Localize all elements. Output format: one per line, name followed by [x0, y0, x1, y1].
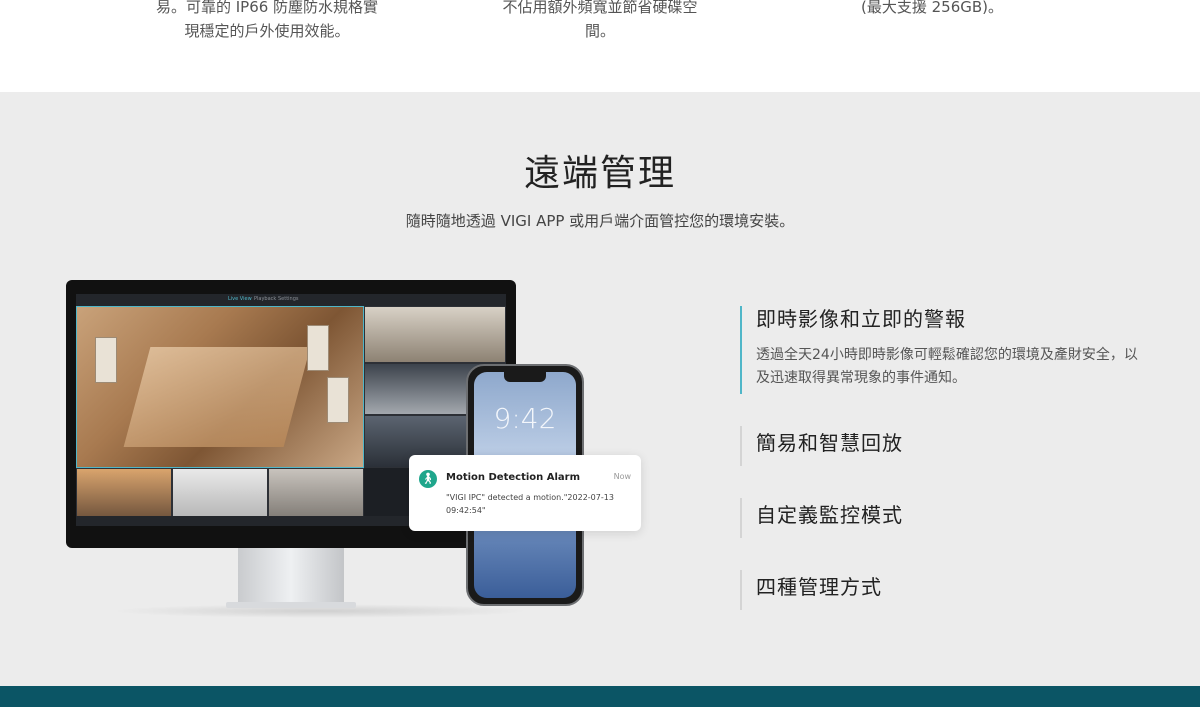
previous-section-strip: 易。可靠的 IP66 防塵防水規格實 現穩定的戶外使用效能。 不佔用額外頻寬並節… — [0, 0, 1200, 92]
feature-tab-management[interactable]: 四種管理方式 — [740, 570, 1160, 610]
col2-line1: 不佔用額外頻寬並節省硬碟空 — [502, 0, 698, 16]
feature-text-col-1: 易。可靠的 IP66 防塵防水規格實 現穩定的戶外使用效能。 — [107, 0, 427, 43]
monitor-stand — [238, 548, 344, 606]
feature-title: 簡易和智慧回放 — [756, 431, 903, 455]
camera-feed — [172, 468, 268, 522]
tab-settings: Settings — [278, 296, 299, 302]
remote-management-section: 遠端管理 隨時隨地透過 VIGI APP 或用戶端介面管控您的環境安裝。 Liv… — [0, 92, 1200, 686]
feature-tab-playback[interactable]: 簡易和智慧回放 — [740, 426, 1160, 466]
camera-feed — [76, 468, 172, 522]
display-case — [327, 377, 349, 423]
feature-title: 即時影像和立即的警報 — [756, 307, 966, 331]
feature-description: 透過全天24小時即時影像可輕鬆確認您的環境及產財安全，以及迅速取得異常現象的事件… — [756, 347, 1138, 386]
bottom-section-band — [0, 686, 1200, 707]
walking-person-icon: 🚶︎ — [419, 470, 437, 488]
motion-alarm-notification: 🚶︎ Motion Detection Alarm Now "VIGI IPC"… — [409, 455, 641, 531]
camera-feed — [364, 306, 506, 363]
col1-line1: 易。可靠的 IP66 防塵防水規格實 — [155, 0, 379, 16]
lockscreen-clock: 9:42 — [493, 402, 557, 435]
museum-floor — [123, 347, 311, 447]
camera-feed-main — [76, 306, 364, 468]
phone-notch — [504, 372, 546, 382]
display-case — [95, 337, 117, 383]
screen-topbar: Live View Playback Settings — [76, 294, 506, 306]
feature-text-col-3: (最大支援 256GB)。 — [772, 0, 1092, 19]
section-subtitle: 隨時隨地透過 VIGI APP 或用戶端介面管控您的環境安裝。 — [405, 212, 795, 230]
notification-time: Now — [613, 472, 631, 481]
tab-live-view: Live View — [228, 296, 252, 302]
notification-body: "VIGI IPC" detected a motion."2022-07-13… — [446, 493, 614, 515]
feature-tab-list: 即時影像和立即的警報 透過全天24小時即時影像可輕鬆確認您的環境及產財安全，以及… — [740, 306, 1160, 610]
monitor-stand-base — [226, 602, 356, 608]
feature-tab-live-alerts[interactable]: 即時影像和立即的警報 透過全天24小時即時影像可輕鬆確認您的環境及產財安全，以及… — [740, 306, 1160, 394]
feature-tab-monitor-modes[interactable]: 自定義監控模式 — [740, 498, 1160, 538]
display-case — [307, 325, 329, 371]
col3-line1: (最大支援 256GB)。 — [860, 0, 1004, 16]
feature-text-col-2: 不佔用額外頻寬並節省硬碟空 間。 — [440, 0, 760, 43]
col2-line2: 間。 — [584, 22, 615, 40]
tab-playback: Playback — [254, 296, 277, 302]
feature-title: 四種管理方式 — [756, 575, 882, 599]
col1-line2: 現穩定的戶外使用效能。 — [184, 22, 350, 40]
section-title: 遠端管理 — [523, 153, 676, 194]
feature-title: 自定義監控模式 — [756, 503, 903, 527]
notification-title: Motion Detection Alarm — [446, 472, 581, 483]
camera-feed — [268, 468, 364, 522]
